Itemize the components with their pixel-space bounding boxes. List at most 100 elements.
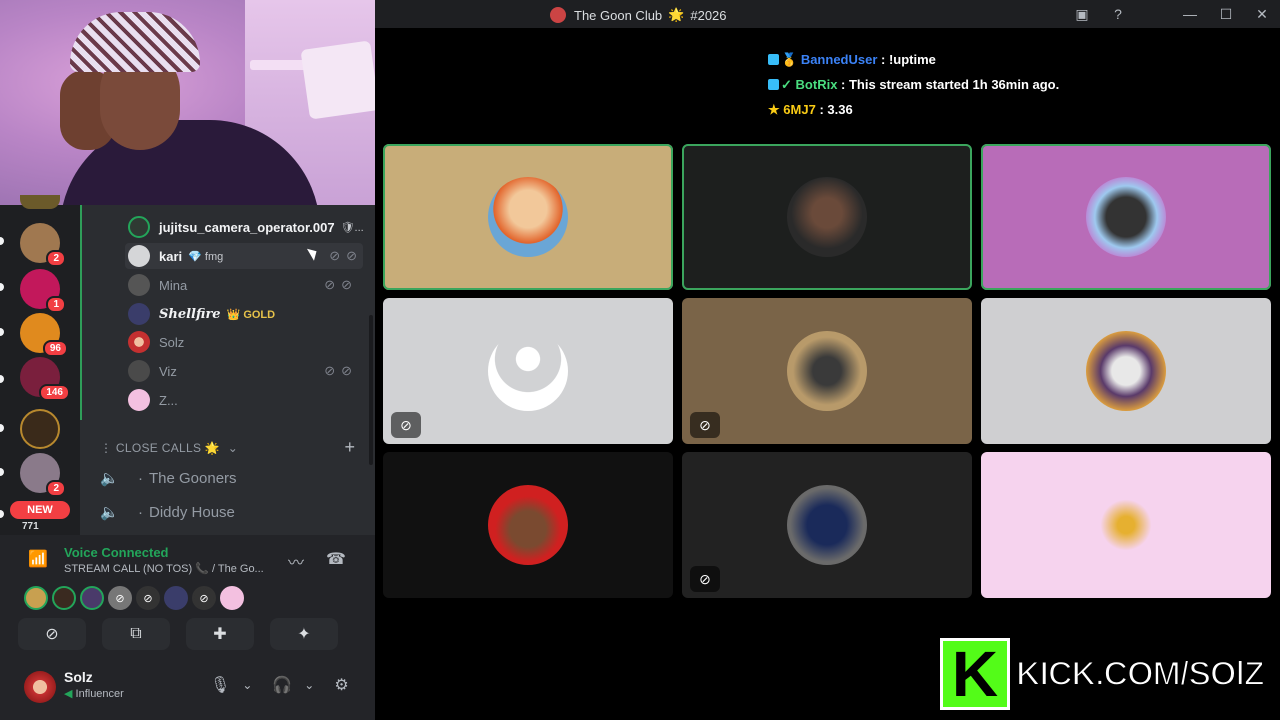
video-tile[interactable] <box>981 452 1271 598</box>
user-name: kari <box>159 248 183 264</box>
category-header[interactable]: ⋮ CLOSE CALLS 🌟 ⌄ <box>100 441 238 455</box>
help-icon[interactable]: ? <box>1100 6 1136 22</box>
close-icon[interactable]: ✕ <box>1244 6 1280 23</box>
badge-icon <box>768 54 779 65</box>
server-icon[interactable]: 1 <box>20 269 66 313</box>
status-icon: ◀ <box>64 688 76 700</box>
avatar <box>787 485 867 565</box>
participant-avatar[interactable]: ⊘ <box>192 586 216 610</box>
add-channel-button[interactable]: + <box>344 437 355 458</box>
voice-user[interactable]: Shellfire 👑 GOLD <box>128 301 358 327</box>
participant-avatar[interactable] <box>52 586 76 610</box>
participant-avatar[interactable]: ⊘ <box>108 586 132 610</box>
user-status[interactable]: ◀ Influencer <box>64 687 124 700</box>
mention-badge: 2 <box>46 250 66 267</box>
bullet: · <box>138 503 143 521</box>
new-badge[interactable]: NEW <box>10 501 70 519</box>
channel-name: The Gooners <box>149 469 237 487</box>
voice-channel[interactable]: 🔈 · The Gooners <box>100 469 360 488</box>
voice-thread-line <box>80 205 82 420</box>
unread-indicator <box>0 328 4 336</box>
user-name: Viz <box>159 363 177 379</box>
server-name: The Goon Club <box>574 7 663 23</box>
channel-list: jujitsu_camera_operator.007 🛡... kari 💎 … <box>80 205 375 535</box>
chevron-down-icon[interactable]: ⌄ <box>242 678 252 692</box>
server-icon[interactable]: 146 <box>20 357 70 401</box>
video-tile[interactable]: ⊘ <box>682 452 972 598</box>
maximize-icon[interactable]: ☐ <box>1208 6 1244 23</box>
server-icon[interactable]: 2 <box>20 223 66 267</box>
voice-user[interactable]: Mina ⊘ ⊘ <box>128 272 358 298</box>
video-tile[interactable] <box>383 452 673 598</box>
video-off-icon: ⊘ <box>346 248 357 263</box>
video-tile[interactable]: ⊘ <box>682 298 972 444</box>
voice-channel[interactable]: 🔈 · Diddy House <box>100 503 360 522</box>
avatar <box>128 303 150 325</box>
scrollbar[interactable] <box>369 315 373 465</box>
screen-share-button[interactable]: ⧉ <box>102 618 170 650</box>
chat-text: : This stream started 1h 36min ago. <box>841 77 1060 92</box>
participant-avatar[interactable] <box>220 586 244 610</box>
user-panel: Solz ◀ Influencer 🎙 ⌄ 🎧 ⌄ ⚙ <box>0 665 375 720</box>
user-name[interactable]: Solz <box>64 669 93 685</box>
participant-avatar[interactable] <box>80 586 104 610</box>
video-off-icon: ⊘ <box>341 363 352 378</box>
voice-user[interactable]: Solz <box>128 329 358 355</box>
camera-off-button[interactable]: ⊘ <box>18 618 86 650</box>
badge-icon <box>768 79 779 90</box>
avatar <box>787 331 867 411</box>
status-icons: ⊘ ⊘ <box>324 363 352 379</box>
voice-user[interactable]: Z... <box>128 387 358 413</box>
participant-avatar[interactable] <box>24 586 48 610</box>
disconnect-icon[interactable]: ☎ <box>326 549 346 573</box>
video-tile[interactable]: ⊘ <box>383 298 673 444</box>
chat-username: BannedUser <box>800 52 878 67</box>
server-icon[interactable]: 96 <box>20 313 68 357</box>
noise-suppression-icon[interactable]: 〰 <box>288 549 304 573</box>
server-icon[interactable]: 2 <box>20 453 66 497</box>
participant-avatar[interactable]: ⊘ <box>136 586 160 610</box>
video-tile[interactable] <box>981 298 1271 444</box>
chat-text: : 3.36 <box>819 102 853 117</box>
video-tile[interactable] <box>981 144 1271 290</box>
activities-button[interactable]: ✚ <box>186 618 254 650</box>
channel-number: #2026 <box>690 7 727 23</box>
unread-indicator <box>0 424 4 432</box>
chat-text: : !uptime <box>881 52 936 67</box>
category-label: ⋮ CLOSE CALLS 🌟 <box>100 441 221 455</box>
microphone-icon[interactable]: 🎙 <box>210 675 230 695</box>
server-icon[interactable] <box>20 409 60 449</box>
gear-icon[interactable]: ⚙ <box>334 675 348 695</box>
chevron-down-icon[interactable]: ⌄ <box>304 678 314 692</box>
kick-url: KICK.COM/SOlZ <box>1015 654 1266 694</box>
video-tile[interactable] <box>682 144 972 290</box>
bullet: · <box>138 469 143 487</box>
avatar <box>128 331 150 353</box>
avatar <box>128 245 150 267</box>
video-off-icon: ⊘ <box>391 412 421 438</box>
voice-user[interactable]: kari 💎 fmg ⊘ ⊘ <box>125 243 363 269</box>
avatar <box>128 360 150 382</box>
kick-logo: K <box>940 638 1010 710</box>
voice-status-title[interactable]: Voice Connected <box>64 545 169 560</box>
headphones-icon[interactable]: 🎧 <box>272 675 292 695</box>
video-off-icon: ⊘ <box>341 277 352 292</box>
voice-user[interactable]: jujitsu_camera_operator.007 🛡... <box>128 214 364 240</box>
inbox-icon[interactable]: ▣ <box>1064 6 1100 23</box>
signal-icon[interactable]: 📶 <box>28 549 48 569</box>
avatar[interactable] <box>24 671 56 703</box>
mute-icon: ⊘ <box>329 248 341 263</box>
participant-avatar[interactable] <box>164 586 188 610</box>
video-tile[interactable] <box>383 144 673 290</box>
voice-user[interactable]: Viz ⊘ ⊘ <box>128 358 358 384</box>
minimize-icon[interactable]: — <box>1172 6 1208 22</box>
voice-controls: 〰 ☎ <box>288 549 346 573</box>
verified-icon: ✓ <box>781 77 792 92</box>
soundboard-button[interactable]: ✦ <box>270 618 338 650</box>
voice-connected-panel: 📶 Voice Connected STREAM CALL (NO TOS) 📞… <box>0 535 375 665</box>
chevron-down-icon: ⌄ <box>227 441 239 455</box>
server-icon[interactable] <box>20 195 60 209</box>
video-off-icon: ⊘ <box>690 412 720 438</box>
voice-channel-path[interactable]: STREAM CALL (NO TOS) 📞 / The Go... <box>64 562 264 575</box>
user-name: Shellfire <box>159 306 221 322</box>
